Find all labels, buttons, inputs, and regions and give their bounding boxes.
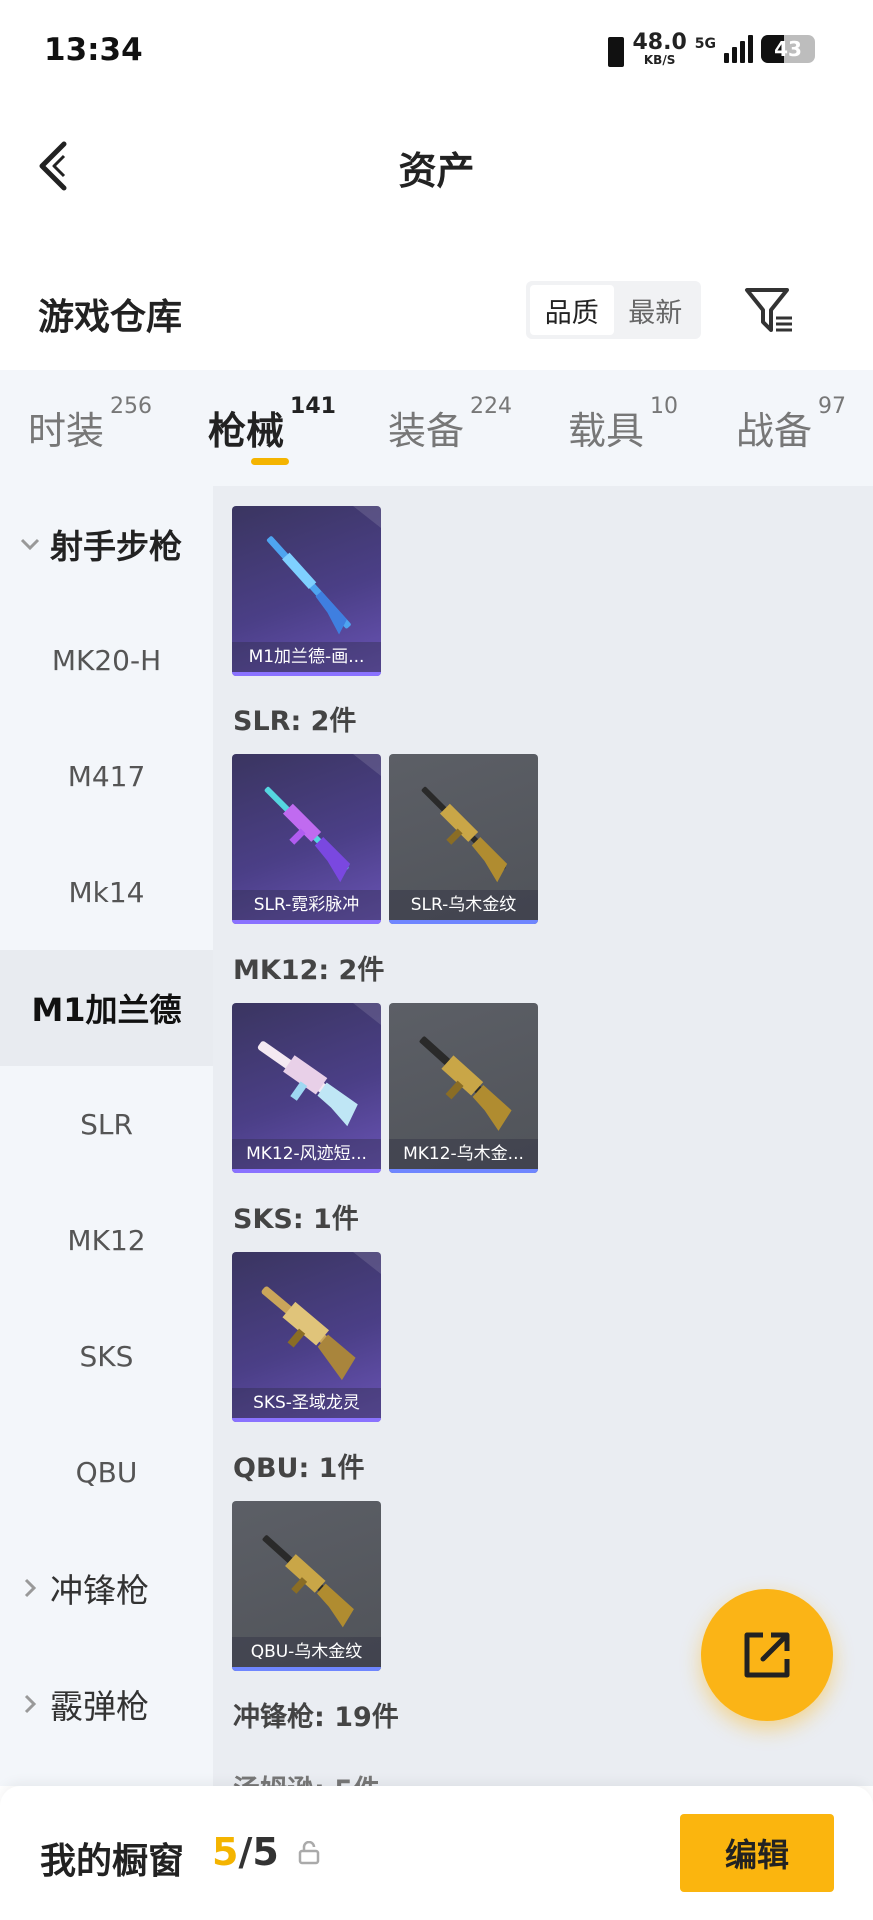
edit-button[interactable]: 编辑 [680,1814,834,1892]
group-label-thompson: 汤姆逊: 5件 [233,1768,380,1786]
sidebar-group-smg[interactable]: 冲锋枪 [18,1530,149,1646]
item-card-slr-neon[interactable]: SLR-霓彩脉冲 [232,754,381,924]
sort-option-latest[interactable]: 最新 [614,285,698,335]
sidebar-item-mk14[interactable]: Mk14 [0,834,213,950]
page-title: 资产 [398,149,475,193]
group-label-mk12: MK12: 2件 [233,955,385,986]
showcase-max: 5 [252,1830,279,1874]
tab-equipment[interactable]: 装备224 [388,394,512,455]
battery-icon: 43 [761,35,815,63]
tab-outfits[interactable]: 时装256 [28,394,152,455]
status-time: 13:34 [44,32,143,68]
sidebar-item-m417[interactable]: M417 [0,718,213,834]
group-label-sks: SKS: 1件 [233,1204,359,1235]
tab-count: 97 [818,394,847,419]
showcase-count: 5/5 [212,1830,279,1874]
group-label-qbu: QBU: 1件 [233,1453,365,1484]
item-card-mk12-ebony[interactable]: MK12-乌木金... [389,1003,538,1173]
item-name: M1加兰德-画... [232,642,381,672]
sidebar-group-shotgun[interactable]: 霰弹枪 [18,1646,149,1762]
chevron-right-icon [24,1578,37,1598]
showcase-bar: 我的橱窗 5/5 编辑 [0,1786,873,1920]
chevron-down-icon [20,538,40,551]
item-card-sks-dragon[interactable]: SKS-圣域龙灵 [232,1252,381,1422]
tab-supplies[interactable]: 战备97 [736,394,846,455]
share-external-icon[interactable] [701,1589,833,1721]
sort-toggle: 品质 最新 [526,281,701,339]
showcase-label: 我的橱窗 [40,1841,185,1882]
sidebar-group-label: 射手步枪 [50,527,182,566]
sidebar-item-sks[interactable]: SKS [0,1298,213,1414]
rifle-icon [421,786,508,883]
signal-icon [724,35,753,63]
filter-icon[interactable] [744,286,796,336]
sort-option-quality[interactable]: 品质 [530,285,614,335]
chevron-right-icon [24,1694,37,1714]
net-speed-unit: KB/S [643,53,676,67]
item-name: SKS-圣域龙灵 [232,1388,381,1418]
tab-label: 载具 [568,409,645,453]
tab-count: 141 [290,394,336,419]
group-label-smg: 冲锋枪: 19件 [233,1702,399,1733]
item-name: SLR-霓彩脉冲 [232,890,381,920]
item-name: QBU-乌木金纹 [232,1637,381,1667]
active-tab-indicator [251,458,289,465]
rifle-icon [262,1535,354,1628]
tab-count: 224 [470,394,513,419]
tab-label: 枪械 [208,409,285,453]
weapon-type-sidebar: 射手步枪 MK20-H M417 Mk14 M1加兰德 SLR MK12 SKS… [0,486,213,1786]
tab-count: 10 [650,394,679,419]
vibrate-icon [602,35,625,67]
sidebar-group-label: 冲锋枪 [50,1571,149,1610]
sidebar-item-m1garand[interactable]: M1加兰德 [0,950,213,1066]
tab-label: 时装 [28,409,105,453]
tab-vehicles[interactable]: 载具10 [568,394,678,455]
status-icons: 48.0 KB/S 5G 43 [602,30,815,67]
sidebar-group-marksman[interactable]: 射手步枪 [18,486,182,602]
item-card-m1garand[interactable]: M1加兰德-画... [232,506,381,676]
tab-label: 装备 [388,409,465,453]
net-speed: 48.0 KB/S [632,30,687,67]
tab-label: 战备 [736,409,813,453]
sidebar-item-mk12[interactable]: MK12 [0,1182,213,1298]
item-card-qbu-ebony[interactable]: QBU-乌木金纹 [232,1501,381,1671]
rifle-icon [266,536,351,635]
showcase-current: 5 [212,1830,239,1874]
tab-firearms[interactable]: 枪械141 [208,394,336,455]
rifle-icon [264,786,351,883]
app-header: 资产 [0,100,873,230]
lock-icon [298,1840,320,1865]
tab-count: 256 [110,394,153,419]
sidebar-item-slr[interactable]: SLR [0,1066,213,1182]
category-tabs: 时装256 枪械141 装备224 载具10 战备97 [0,370,873,486]
item-name: MK12-乌木金... [389,1139,538,1169]
sidebar-item-mk20h[interactable]: MK20-H [0,602,213,718]
group-label-slr: SLR: 2件 [233,706,357,737]
sidebar-item-qbu[interactable]: QBU [0,1414,213,1530]
rifle-icon [261,1286,356,1381]
showcase-separator: / [238,1830,253,1874]
item-card-slr-ebony[interactable]: SLR-乌木金纹 [389,754,538,924]
section-title: 游戏仓库 [38,297,183,338]
item-name: SLR-乌木金纹 [389,890,538,920]
net-speed-value: 48.0 [632,30,687,55]
status-bar: 13:34 48.0 KB/S 5G 43 [0,0,873,100]
rifle-icon [257,1041,358,1127]
rifle-icon [419,1036,512,1131]
battery-level: 43 [774,37,802,61]
item-card-mk12-wind[interactable]: MK12-风迹短... [232,1003,381,1173]
item-name: MK12-风迹短... [232,1139,381,1169]
sidebar-group-label: 霰弹枪 [50,1687,149,1726]
network-type: 5G [694,36,716,52]
